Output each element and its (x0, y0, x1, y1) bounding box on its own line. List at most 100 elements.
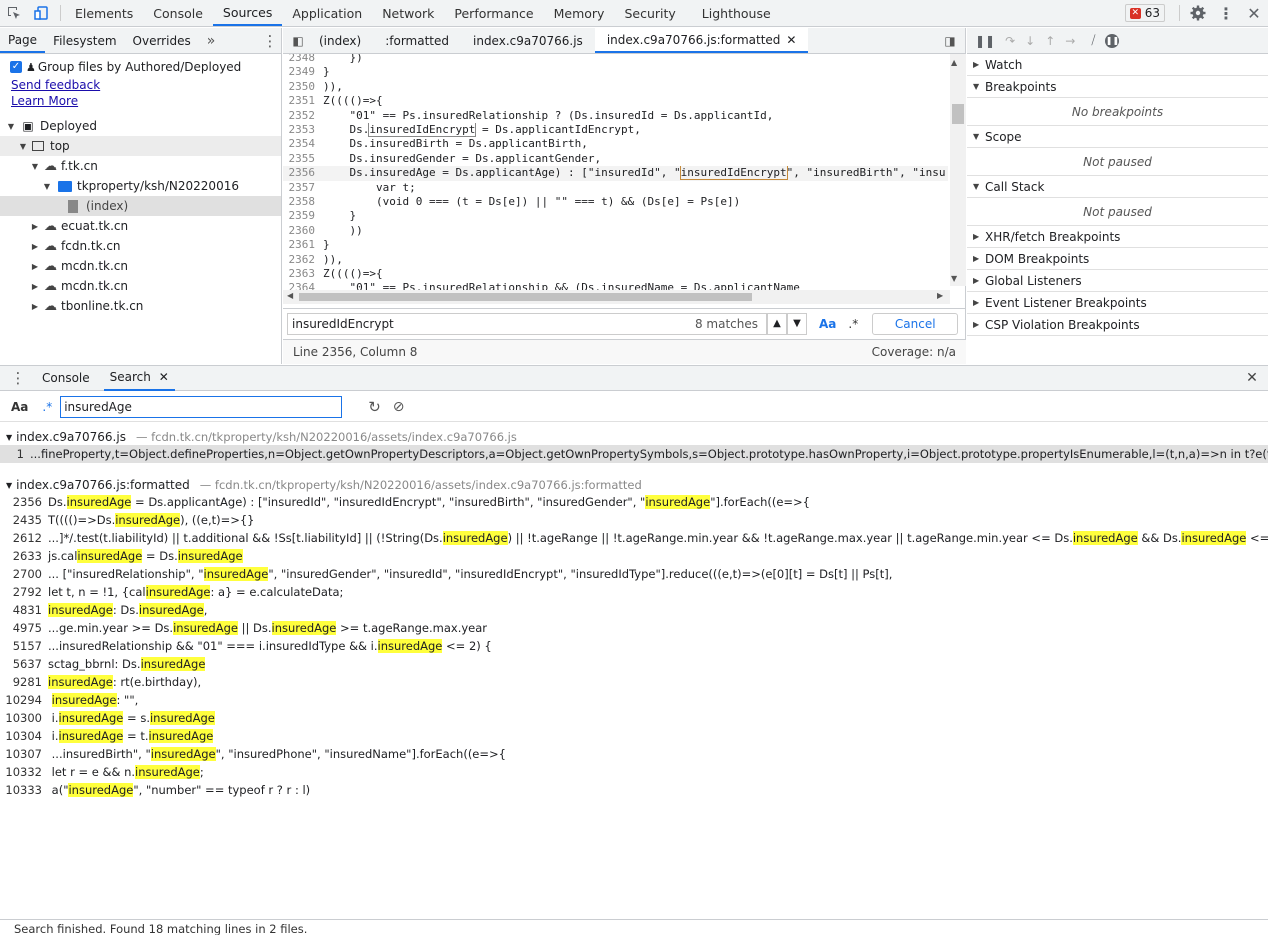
line-number[interactable]: 2361 (283, 238, 323, 252)
search-result-line[interactable]: 10307 ...insuredBirth", "insuredAge", "i… (0, 745, 1268, 763)
tab-console[interactable]: Console (143, 0, 213, 26)
deactivate-breakpoints-icon[interactable]: ⧸ (1091, 33, 1095, 48)
tab-lighthouse[interactable]: Lighthouse (692, 0, 781, 26)
line-number[interactable]: 2354 (283, 137, 323, 151)
close-tab-icon[interactable]: ✕ (159, 370, 169, 384)
editor-tab-js-formatted[interactable]: index.c9a70766.js:formatted ✕ (594, 28, 809, 53)
line-number[interactable]: 2358 (283, 195, 323, 209)
line-number[interactable]: 2351 (283, 94, 323, 108)
drawer-tab-search[interactable]: Search ✕ (103, 366, 175, 391)
code-line[interactable]: 2356 Ds.insuredAge = Ds.applicantAge) : … (283, 166, 948, 181)
code-line[interactable]: 2362)), (283, 253, 948, 267)
step-icon[interactable]: → (1065, 34, 1075, 48)
search-result-line[interactable]: 5157 ...insuredRelationship && "01" === i… (0, 637, 1268, 655)
search-result-line[interactable]: 2633 js.calinsuredAge = Ds.insuredAge (0, 547, 1268, 565)
line-number[interactable]: 2349 (283, 65, 323, 79)
search-result-line[interactable]: 2435 T(((()=>Ds.insuredAge), ((e,t)=>{} (0, 511, 1268, 529)
code-line[interactable]: 2357 var t; (283, 181, 948, 195)
send-feedback-link[interactable]: Send feedback (11, 78, 100, 92)
code-line[interactable]: 2353 Ds.insuredIdEncrypt = Ds.applicantI… (283, 123, 948, 137)
search-result-line[interactable]: 2700 ... ["insuredRelationship", "insured… (0, 565, 1268, 583)
line-number[interactable]: 2348 (283, 54, 323, 65)
editor-tab-js[interactable]: index.c9a70766.js (461, 28, 595, 53)
section-header-breakpoints[interactable]: ▼ Breakpoints (967, 76, 1268, 98)
tab-filesystem[interactable]: Filesystem (45, 28, 124, 53)
pause-icon[interactable]: ❚❚ (975, 34, 995, 48)
drawer-tab-console[interactable]: Console (36, 366, 96, 391)
code-line[interactable]: 2352 "01" == Ps.insuredRelationship ? (D… (283, 109, 948, 123)
tab-application[interactable]: Application (282, 0, 372, 26)
section-header-xhr-fetch-breakpoints[interactable]: ▶ XHR/fetch Breakpoints (967, 226, 1268, 248)
code-line[interactable]: 2348 }) (283, 54, 948, 65)
section-header-call-stack[interactable]: ▼ Call Stack (967, 176, 1268, 198)
search-input[interactable]: insuredAge (60, 395, 343, 418)
tab-page[interactable]: Page (0, 28, 46, 53)
line-number[interactable]: 2356 (283, 166, 323, 180)
search-result-line[interactable]: 4831 insuredAge: Ds.insuredAge, (0, 601, 1268, 619)
tab-sources[interactable]: Sources (212, 0, 283, 26)
tree-item-domain[interactable]: ▼ ☁ f.tk.cn (0, 156, 281, 176)
group-files-checkbox[interactable]: ✓ (10, 61, 22, 73)
search-result-line[interactable]: 10333 a("insuredAge", "number" == typeof… (0, 781, 1268, 799)
search-result-line[interactable]: 2612 ...]*/.test(t.liabilityId) || t.addi… (0, 529, 1268, 547)
code-line[interactable]: 2350)), (283, 80, 948, 94)
code-line[interactable]: 2363 Z(((()=>{ (283, 267, 948, 281)
tab-performance[interactable]: Performance (444, 0, 543, 26)
code-line[interactable]: 2359 } (283, 209, 948, 223)
find-previous-icon[interactable]: ▲ (767, 312, 787, 335)
horizontal-scrollbar[interactable]: ◀ ▶ (283, 290, 950, 304)
tree-item-domain[interactable]: ▶ ☁ mcdn.tk.cn (0, 256, 281, 276)
line-number[interactable]: 2355 (283, 152, 323, 166)
tree-item-deployed[interactable]: ▼ ▣ Deployed (0, 116, 281, 136)
regex-button[interactable]: .* (848, 317, 858, 331)
search-result-line[interactable]: 10304 i.insuredAge = t.insuredAge (0, 727, 1268, 745)
scroll-left-arrow-icon[interactable]: ◀ (287, 291, 293, 300)
search-result-line[interactable]: 10332 let r = e && n.insuredAge; (0, 763, 1268, 781)
code-line[interactable]: 2358 (void 0 === (t = Ds[e]) || "" === t… (283, 195, 948, 209)
device-toolbar-icon[interactable] (28, 0, 56, 26)
drawer-menu-icon[interactable]: ⋮ (0, 369, 36, 387)
code-area[interactable]: 2348 }) 2349} 2350)), 2351 Z(((()=>{2352 "01… (283, 54, 966, 297)
section-header-global-listeners[interactable]: ▶ Global Listeners (967, 270, 1268, 292)
code-line[interactable]: 2360 )) (283, 224, 948, 238)
scroll-right-arrow-icon[interactable]: ▶ (937, 291, 943, 300)
search-result-line[interactable]: 1 ...fineProperty,t=Object.defineProperti… (0, 445, 1268, 463)
section-header-event-listener-breakpoints[interactable]: ▶ Event Listener Breakpoints (967, 292, 1268, 314)
search-result-line[interactable]: 9281 insuredAge: rt(e.birthday), (0, 673, 1268, 691)
line-number[interactable]: 2362 (283, 253, 323, 267)
find-cancel-button[interactable]: Cancel (872, 312, 959, 335)
tree-item-folder[interactable]: ▼ tkproperty/ksh/N20220016 (0, 176, 281, 196)
tree-item-domain[interactable]: ▶ ☁ fcdn.tk.cn (0, 236, 281, 256)
tree-item-top[interactable]: ▼ top (0, 136, 281, 156)
pause-on-exceptions-icon[interactable]: ❚❚ (1105, 33, 1120, 48)
section-header-scope[interactable]: ▼ Scope (967, 126, 1268, 148)
code-line[interactable]: 2355 Ds.insuredGender = Ds.applicantGend… (283, 152, 948, 166)
clear-search-icon[interactable]: ⊘ (393, 399, 405, 415)
section-header-dom-breakpoints[interactable]: ▶ DOM Breakpoints (967, 248, 1268, 270)
tab-elements[interactable]: Elements (65, 0, 143, 26)
close-drawer-icon[interactable]: ✕ (1236, 370, 1268, 386)
editor-tab-index[interactable]: (index) (313, 28, 373, 53)
tab-network[interactable]: Network (372, 0, 444, 26)
scroll-thumb[interactable] (952, 104, 964, 124)
learn-more-link[interactable]: Learn More (11, 94, 78, 108)
code-line[interactable]: 2351 Z(((()=>{ (283, 94, 948, 108)
regex-button[interactable]: .* (42, 400, 52, 414)
find-input[interactable]: insuredIdEncrypt (292, 317, 695, 331)
line-number[interactable]: 2360 (283, 224, 323, 238)
line-number[interactable]: 2350 (283, 80, 323, 94)
tab-memory[interactable]: Memory (544, 0, 615, 26)
search-file-header[interactable]: ▼ index.c9a70766.js:formatted — fcdn.tk.… (0, 475, 1268, 495)
line-number[interactable]: 2363 (283, 267, 323, 281)
tree-item-domain[interactable]: ▶ ☁ tbonline.tk.cn (0, 296, 281, 316)
scroll-thumb[interactable] (299, 293, 752, 301)
more-options-icon[interactable]: ⋮ (1212, 0, 1240, 26)
tab-overrides[interactable]: Overrides (125, 28, 199, 53)
refresh-search-icon[interactable]: ↻ (368, 398, 381, 416)
match-case-button[interactable]: Aa (819, 317, 836, 331)
toggle-navigator-icon[interactable]: ◧ (283, 34, 313, 48)
code-line[interactable]: 2349} (283, 65, 948, 79)
search-result-line[interactable]: 5637 sctag_bbrnl: Ds.insuredAge (0, 655, 1268, 673)
error-count-badge[interactable]: ✕ 63 (1124, 4, 1165, 22)
line-number[interactable]: 2352 (283, 109, 323, 123)
